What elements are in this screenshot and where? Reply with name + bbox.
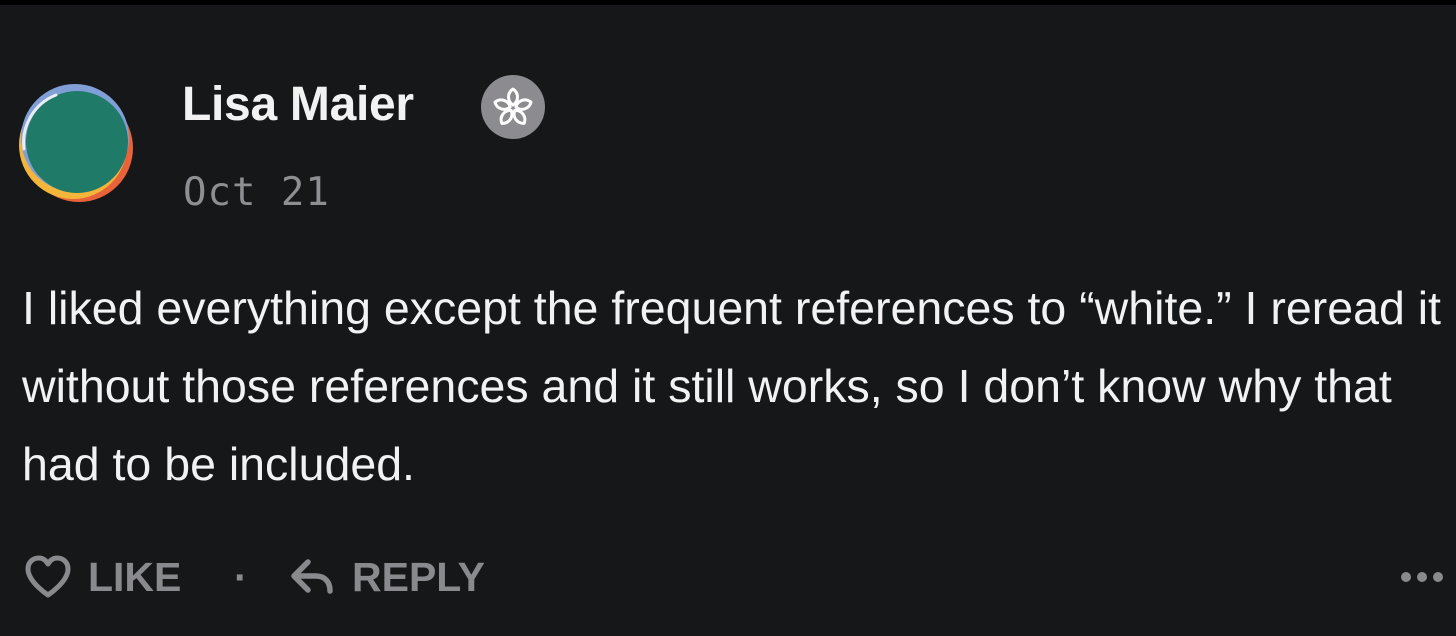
like-button[interactable]: LIKE: [22, 545, 181, 609]
user-avatar[interactable]: [16, 83, 138, 205]
comment-timestamp[interactable]: Oct 21: [183, 169, 330, 217]
flower-badge-icon: [481, 75, 545, 139]
author-name[interactable]: Lisa Maier: [182, 77, 414, 133]
comment-card: Lisa Maier Oct 21 I liked everything exc…: [0, 5, 1456, 636]
more-options-button[interactable]: [1392, 545, 1452, 609]
reply-label: REPLY: [352, 553, 485, 600]
like-label: LIKE: [88, 553, 182, 600]
ellipsis-icon: [1401, 572, 1443, 582]
heart-outline-icon: [25, 555, 71, 598]
comment-body: I liked everything except the frequent r…: [22, 282, 1441, 490]
action-separator: ·: [234, 553, 248, 600]
reply-arrow-icon: [291, 559, 333, 594]
comment-actions: LIKE · REPLY: [22, 545, 1443, 609]
reply-button[interactable]: REPLY: [288, 545, 485, 609]
